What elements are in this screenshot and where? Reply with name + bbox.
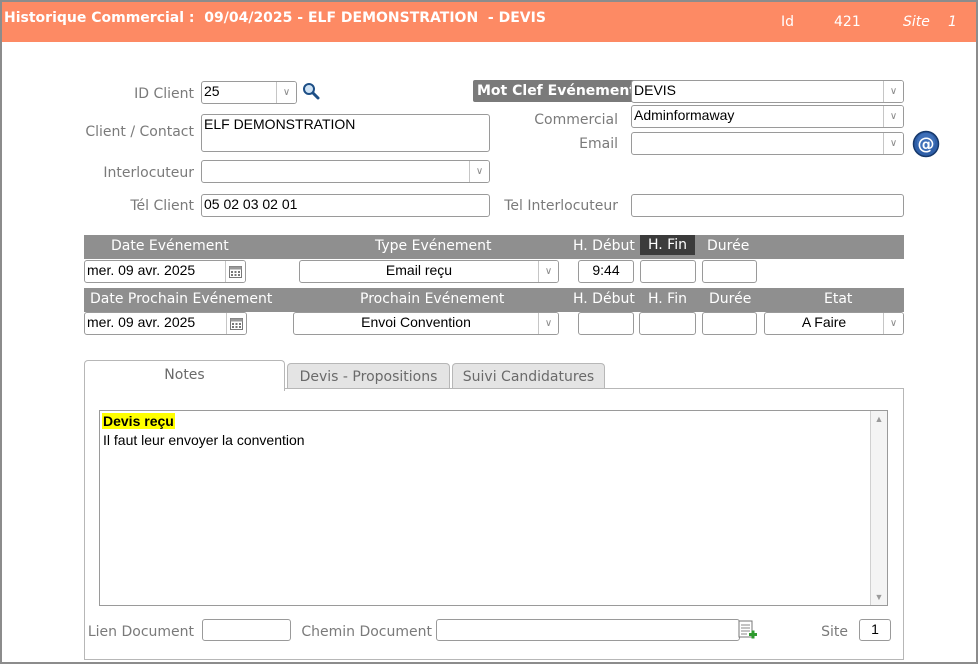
tel-interlocuteur-label: Tel Interlocuteur — [504, 198, 618, 214]
calendar-icon[interactable] — [225, 261, 245, 282]
dropdown-arrow-icon[interactable]: ∨ — [883, 106, 903, 127]
date-evenement-field[interactable]: mer. 09 avr. 2025 — [84, 260, 246, 283]
header-etat: Etat — [824, 291, 853, 307]
svg-text:@: @ — [918, 135, 935, 155]
prochain-evenement-value: Envoi Convention — [361, 314, 471, 330]
tel-interlocuteur-field[interactable] — [631, 194, 904, 217]
notes-textarea[interactable]: Devis reçu Il faut leur envoyer la conve… — [99, 410, 888, 606]
notes-scrollbar[interactable]: ▲ ▼ — [870, 411, 887, 605]
header-h-debut: H. Début — [573, 238, 635, 254]
header-prochain-evenement: Prochain Evénement — [360, 291, 505, 307]
title-bar: Historique Commercial : 09/04/2025 - ELF… — [2, 2, 976, 42]
dropdown-arrow-icon[interactable]: ∨ — [883, 313, 903, 334]
commercial-label: Commercial — [534, 112, 618, 128]
id-value: 421 — [834, 14, 861, 30]
event-header-bar: Date Evénement Type Evénement H. Début H… — [84, 235, 904, 259]
tab-devis-label: Devis - Propositions — [299, 369, 438, 385]
dropdown-arrow-icon[interactable]: ∨ — [538, 261, 558, 282]
etat-combo[interactable]: A Faire ∨ — [764, 312, 904, 335]
email-at-icon[interactable]: @ — [912, 130, 940, 162]
notes-line: Il faut leur envoyer la convention — [103, 432, 305, 448]
id-client-label: ID Client — [134, 86, 194, 102]
h-fin-field[interactable] — [640, 260, 696, 283]
scroll-down-icon[interactable]: ▼ — [871, 589, 887, 605]
id-client-combo[interactable]: 25 ∨ — [201, 81, 297, 104]
header-date-prochain: Date Prochain Evénement — [90, 291, 273, 307]
commercial-value: Adminformaway — [634, 107, 735, 123]
client-contact-label: Client / Contact — [85, 124, 194, 140]
header-type-evenement: Type Evénement — [375, 238, 492, 254]
id-label: Id — [781, 14, 795, 30]
dropdown-arrow-icon[interactable]: ∨ — [883, 81, 903, 102]
type-evenement-combo[interactable]: Email reçu ∨ — [299, 260, 559, 283]
search-icon[interactable] — [302, 82, 320, 104]
next-duree-field[interactable] — [702, 312, 757, 335]
email-combo[interactable]: ∨ — [631, 132, 904, 155]
date-prochain-field[interactable]: mer. 09 avr. 2025 — [84, 312, 247, 335]
date-prochain-value: mer. 09 avr. 2025 — [87, 314, 196, 330]
commercial-combo[interactable]: Adminformaway ∨ — [631, 105, 904, 128]
tab-notes[interactable]: Notes — [84, 360, 285, 391]
h-debut-value: 9:44 — [592, 262, 620, 278]
lien-document-label: Lien Document — [87, 624, 194, 640]
interlocuteur-label: Interlocuteur — [103, 165, 194, 181]
tab-suivi-candidatures[interactable]: Suivi Candidatures — [452, 363, 605, 389]
dropdown-arrow-icon[interactable]: ∨ — [469, 161, 489, 182]
chemin-document-label: Chemin Document — [301, 624, 432, 640]
client-contact-field[interactable]: ELF DEMONSTRATION — [201, 114, 490, 152]
header-next-duree: Durée — [709, 291, 752, 307]
email-label: Email — [579, 136, 618, 152]
next-h-debut-field[interactable] — [578, 312, 634, 335]
scroll-up-icon[interactable]: ▲ — [871, 411, 887, 427]
client-contact-value: ELF DEMONSTRATION — [204, 116, 356, 132]
mot-clef-value: DEVIS — [634, 82, 677, 98]
next-event-header-bar: Date Prochain Evénement Prochain Evéneme… — [84, 288, 904, 312]
interlocuteur-combo[interactable]: ∨ — [201, 160, 490, 183]
tab-suivi-label: Suivi Candidatures — [462, 369, 595, 385]
prochain-evenement-combo[interactable]: Envoi Convention ∨ — [293, 312, 559, 335]
historique-commercial-window: Historique Commercial : 09/04/2025 - ELF… — [0, 0, 978, 664]
site-label: Site — [903, 14, 930, 30]
header-next-h-debut: H. Début — [573, 291, 635, 307]
dropdown-arrow-icon[interactable]: ∨ — [276, 82, 296, 103]
mot-clef-combo[interactable]: DEVIS ∨ — [631, 80, 904, 103]
h-debut-field[interactable]: 9:44 — [578, 260, 634, 283]
tel-client-label: Tél Client — [130, 198, 194, 214]
window-title: Historique Commercial : 09/04/2025 - ELF… — [4, 10, 546, 26]
header-next-h-fin: H. Fin — [648, 291, 687, 307]
lien-document-field[interactable] — [202, 619, 291, 641]
next-h-fin-field[interactable] — [639, 312, 696, 335]
dropdown-arrow-icon[interactable]: ∨ — [538, 313, 558, 334]
footer-site-value: 1 — [871, 621, 879, 637]
mot-clef-label: Mot Clef Evénement — [473, 80, 641, 102]
type-evenement-value: Email reçu — [385, 262, 453, 278]
id-client-value: 25 — [204, 83, 220, 99]
add-document-icon[interactable] — [737, 619, 759, 645]
date-evenement-value: mer. 09 avr. 2025 — [87, 262, 196, 278]
header-date-evenement: Date Evénement — [111, 238, 229, 254]
notes-highlight: Devis reçu — [102, 413, 175, 429]
tab-devis-propositions[interactable]: Devis - Propositions — [287, 363, 450, 389]
tab-notes-label: Notes — [164, 367, 205, 383]
etat-value: A Faire — [801, 314, 847, 330]
footer-site-field[interactable]: 1 — [859, 619, 891, 641]
tel-client-value: 05 02 03 02 01 — [204, 196, 298, 212]
footer-site-label: Site — [821, 624, 848, 640]
dropdown-arrow-icon[interactable]: ∨ — [883, 133, 903, 154]
chemin-document-field[interactable] — [436, 619, 740, 641]
header-h-fin[interactable]: H. Fin — [640, 235, 695, 255]
calendar-icon[interactable] — [226, 313, 246, 334]
site-value: 1 — [948, 14, 957, 30]
duree-field[interactable] — [702, 260, 757, 283]
header-duree: Durée — [707, 238, 750, 254]
tel-client-field[interactable]: 05 02 03 02 01 — [201, 194, 490, 217]
